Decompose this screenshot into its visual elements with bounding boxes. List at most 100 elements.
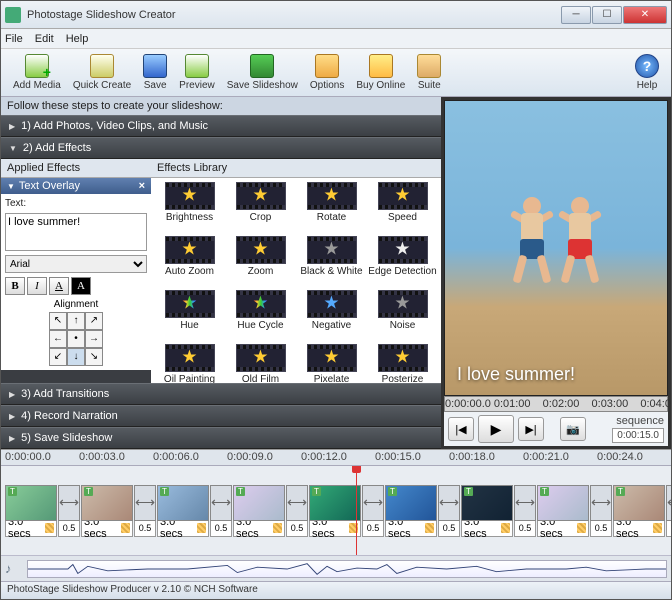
buy-online-button[interactable]: Buy Online (350, 52, 411, 93)
suite-button[interactable]: Suite (411, 52, 447, 93)
effect-item[interactable]: ★Noise (368, 290, 437, 342)
playhead[interactable] (356, 466, 357, 555)
step-3[interactable]: ▶3) Add Transitions (1, 383, 441, 405)
effects-library-panel: Effects Library ★Brightness★Crop★Rotate★… (151, 159, 441, 383)
effect-item[interactable]: ★Posterize (368, 344, 437, 383)
effect-item[interactable]: ★Old Film (226, 344, 295, 383)
transition-item[interactable]: ⟷0.5 (438, 485, 460, 537)
quick-create-button[interactable]: Quick Create (67, 52, 137, 93)
drag-handle-icon[interactable] (197, 523, 206, 533)
effect-item[interactable]: ★Zoom (226, 236, 295, 288)
drag-handle-icon[interactable] (45, 523, 54, 533)
transition-icon: ⟷ (590, 485, 612, 521)
step-1[interactable]: ▶1) Add Photos, Video Clips, and Music (1, 115, 441, 137)
menu-edit[interactable]: Edit (35, 33, 54, 45)
wand-icon (90, 54, 114, 78)
font-select[interactable]: Arial (5, 255, 147, 273)
step-2[interactable]: ▼2) Add Effects (1, 137, 441, 159)
options-button[interactable]: Options (304, 52, 350, 93)
drag-handle-icon[interactable] (273, 523, 282, 533)
drag-handle-icon[interactable] (501, 523, 510, 533)
effect-item[interactable]: ★Auto Zoom (155, 236, 224, 288)
step-5[interactable]: ▶5) Save Slideshow (1, 427, 441, 449)
waveform[interactable] (27, 560, 667, 578)
effect-item[interactable]: ★Edge Detection (368, 236, 437, 288)
text-badge: T (388, 487, 397, 496)
transition-item[interactable]: ⟷0.5 (134, 485, 156, 537)
effect-item[interactable]: ★Hue Cycle (226, 290, 295, 342)
effect-item[interactable]: ★Crop (226, 182, 295, 234)
maximize-button[interactable]: ☐ (592, 6, 622, 24)
transition-item[interactable]: ⟷0.5 (590, 485, 612, 537)
bold-button[interactable]: B (5, 277, 25, 295)
text-color-button[interactable]: A (71, 277, 91, 295)
clip-item[interactable]: T3.0 secs (309, 485, 361, 537)
text-badge: T (540, 487, 549, 496)
effect-item[interactable]: ★Pixelate (297, 344, 366, 383)
preview-button[interactable]: Preview (173, 52, 221, 93)
drag-handle-icon[interactable] (653, 523, 662, 533)
transition-item[interactable]: ⟷0.5 (666, 485, 671, 537)
overlay-text-input[interactable]: I love summer! (5, 213, 147, 251)
remove-effect-icon[interactable]: × (139, 180, 145, 192)
play-button[interactable]: ▶ (478, 415, 514, 443)
add-media-button[interactable]: Add Media (7, 52, 67, 93)
transition-item[interactable]: ⟷0.5 (58, 485, 80, 537)
transition-duration: 0.5 (438, 521, 460, 537)
save-slideshow-button[interactable]: Save Slideshow (221, 52, 304, 93)
close-button[interactable]: ✕ (623, 6, 667, 24)
preview-viewport[interactable]: I love summer! (444, 100, 668, 396)
minimize-button[interactable]: ─ (561, 6, 591, 24)
effect-label: Hue (180, 320, 198, 331)
clip-item[interactable]: T3.0 secs (5, 485, 57, 537)
clip-thumb: T (81, 485, 133, 521)
drag-handle-icon[interactable] (121, 523, 130, 533)
prev-button[interactable]: |◀ (448, 417, 474, 441)
effect-item[interactable]: ★Negative (297, 290, 366, 342)
clip-item[interactable]: T3.0 secs (157, 485, 209, 537)
alignment-grid[interactable]: ↖↑↗ ←•→ ↙↓↘ (49, 312, 103, 366)
snapshot-button[interactable]: 📷 (560, 417, 586, 441)
transition-item[interactable]: ⟷0.5 (362, 485, 384, 537)
next-button[interactable]: ▶| (518, 417, 544, 441)
clip-item[interactable]: T3.0 secs (385, 485, 437, 537)
effect-thumb: ★ (307, 344, 357, 372)
text-overlay-item[interactable]: ▼ Text Overlay × (1, 178, 151, 194)
titlebar[interactable]: Photostage Slideshow Creator ─ ☐ ✕ (1, 1, 671, 29)
transition-item[interactable]: ⟷0.5 (514, 485, 536, 537)
italic-button[interactable]: I (27, 277, 47, 295)
applied-effects-panel: Applied Effects ▼ Text Overlay × Text: I… (1, 159, 151, 383)
effect-item[interactable]: ★Brightness (155, 182, 224, 234)
clip-item[interactable]: T3.0 secs (81, 485, 133, 537)
step-4[interactable]: ▶4) Record Narration (1, 405, 441, 427)
clip-item[interactable]: T3.0 secs (537, 485, 589, 537)
effect-item[interactable]: ★Hue (155, 290, 224, 342)
transition-item[interactable]: ⟷0.5 (286, 485, 308, 537)
timeline-ruler[interactable]: 0:00:00.00:00:03.00:00:06.00:00:09.00:00… (1, 450, 671, 466)
menu-help[interactable]: Help (66, 33, 89, 45)
save-button[interactable]: Save (137, 52, 173, 93)
drag-handle-icon[interactable] (425, 523, 434, 533)
menu-file[interactable]: File (5, 33, 23, 45)
chevron-right-icon: ▶ (9, 390, 15, 399)
clip-track[interactable]: T3.0 secs⟷0.5T3.0 secs⟷0.5T3.0 secs⟷0.5T… (1, 466, 671, 555)
sequence-time: 0:00:15.0 (612, 428, 664, 443)
audio-track[interactable]: ♪ (1, 555, 671, 581)
effect-item[interactable]: ★Speed (368, 182, 437, 234)
effect-item[interactable]: ★Black & White (297, 236, 366, 288)
preview-timeline[interactable]: 0:00:00.00:01:000:02:000:03:000:04:00 (444, 396, 668, 412)
clip-thumb: T (309, 485, 361, 521)
help-button[interactable]: ?Help (629, 52, 665, 93)
window-title: Photostage Slideshow Creator (27, 9, 561, 21)
clip-item[interactable]: T3.0 secs (613, 485, 665, 537)
effect-item[interactable]: ★Oil Painting (155, 344, 224, 383)
clip-item[interactable]: T3.0 secs (461, 485, 513, 537)
clip-item[interactable]: T3.0 secs (233, 485, 285, 537)
applied-effects-header: Applied Effects (1, 159, 151, 178)
effect-thumb: ★ (236, 236, 286, 264)
effect-item[interactable]: ★Rotate (297, 182, 366, 234)
timeline-panel: 0:00:00.00:00:03.00:00:06.00:00:09.00:00… (1, 449, 671, 581)
transition-item[interactable]: ⟷0.5 (210, 485, 232, 537)
underline-button[interactable]: A (49, 277, 69, 295)
drag-handle-icon[interactable] (577, 523, 586, 533)
